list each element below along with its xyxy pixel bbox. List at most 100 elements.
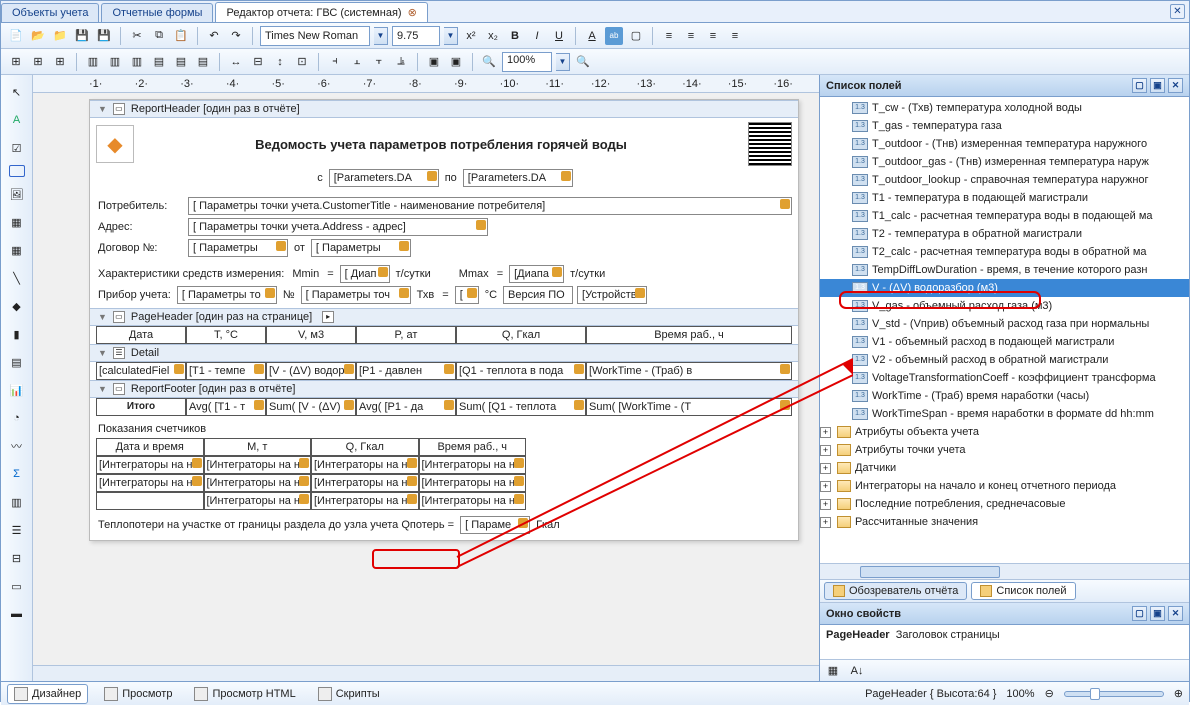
col2-q[interactable]: Q, Гкал bbox=[311, 438, 419, 456]
sparkline-icon[interactable]: 〰 bbox=[6, 435, 28, 457]
col-p[interactable]: P, ат bbox=[356, 326, 456, 344]
align-justify-icon[interactable]: ≡ bbox=[726, 27, 744, 45]
subscript-icon[interactable]: x₂ bbox=[484, 27, 502, 45]
image-icon[interactable]: 🖼 bbox=[6, 183, 28, 205]
col2-wt[interactable]: Время раб., ч bbox=[419, 438, 527, 456]
al6-icon[interactable]: ▤ bbox=[194, 53, 212, 71]
section-reportfooter[interactable]: ▼ ▭ ReportFooter [один раз в отчёте] bbox=[90, 380, 798, 398]
font-dd-icon[interactable]: ▼ bbox=[374, 27, 388, 45]
field-consumer[interactable]: [ Параметры точки учета.CustomerTitle - … bbox=[188, 197, 792, 215]
intg-cell[interactable]: [Интеграторы на на bbox=[311, 474, 419, 492]
zoom-slider[interactable] bbox=[1064, 691, 1164, 697]
subreport-icon[interactable]: ▥ bbox=[6, 491, 28, 513]
superscript-icon[interactable]: x² bbox=[462, 27, 480, 45]
sp2-icon[interactable]: ⫠ bbox=[348, 53, 366, 71]
col-v[interactable]: V, м3 bbox=[266, 326, 356, 344]
props-sort-icon[interactable]: A↓ bbox=[848, 662, 866, 680]
cell-avg-p[interactable]: Avg( [P1 - да bbox=[356, 398, 456, 416]
window-close-icon[interactable]: ✕ bbox=[1170, 4, 1185, 19]
expand-icon[interactable]: + bbox=[820, 481, 831, 492]
cell-q1[interactable]: [Q1 - теплота в пода bbox=[456, 362, 586, 380]
snap2-icon[interactable]: ⊞ bbox=[29, 53, 47, 71]
intg-cell[interactable]: [Интеграторы на на bbox=[419, 474, 527, 492]
col2-dt[interactable]: Дата и время bbox=[96, 438, 204, 456]
field-version[interactable]: Версия ПО bbox=[503, 286, 573, 304]
al4-icon[interactable]: ▤ bbox=[150, 53, 168, 71]
field-group[interactable]: +Атрибуты точки учета bbox=[820, 441, 1189, 459]
field-item[interactable]: 1.3T_outdoor_lookup - справочная темпера… bbox=[820, 171, 1189, 189]
col-date[interactable]: Дата bbox=[96, 326, 186, 344]
chevron-down-icon[interactable]: ▼ bbox=[98, 312, 107, 322]
gauge-icon[interactable]: ◔ bbox=[6, 407, 28, 429]
smart-tag-icon[interactable]: ▸ bbox=[322, 311, 334, 323]
panel-icon[interactable]: ▦ bbox=[6, 211, 28, 233]
field-device[interactable]: [ Параметры то bbox=[177, 286, 277, 304]
field-item[interactable]: 1.3V2 - объемный расход в обратной магис… bbox=[820, 351, 1189, 369]
intg-cell[interactable]: [Интеграторы на на bbox=[311, 456, 419, 474]
sp3-icon[interactable]: ⫟ bbox=[370, 53, 388, 71]
field-item[interactable]: 1.3TempDiffLowDuration - время, в течени… bbox=[820, 261, 1189, 279]
zoom-plus-icon[interactable]: ⊕ bbox=[1174, 687, 1183, 700]
canvas[interactable]: ▼ ▭ ReportHeader [один раз в отчёте] ◆ В… bbox=[33, 93, 819, 665]
field-item[interactable]: 1.3V_std - (Vприв) объемный расход газа … bbox=[820, 315, 1189, 333]
col-q[interactable]: Q, Гкал bbox=[456, 326, 586, 344]
lbl-counters[interactable]: Показания счетчиков bbox=[96, 420, 792, 438]
cell-t1[interactable]: [T1 - темпе bbox=[186, 362, 266, 380]
panel-max-icon[interactable]: ▣ bbox=[1150, 78, 1165, 93]
intg-cell[interactable]: [Интеграторы на на bbox=[311, 492, 419, 510]
logo-icon[interactable]: ◆ bbox=[96, 125, 134, 163]
toc-icon[interactable]: ☰ bbox=[6, 519, 28, 541]
field-device-num[interactable]: [ Параметры точ bbox=[301, 286, 411, 304]
tab-objects[interactable]: Объекты учета bbox=[1, 3, 99, 22]
undo-icon[interactable]: ↶ bbox=[205, 27, 223, 45]
tab-editor[interactable]: Редактор отчета: ГВС (системная)⊗ bbox=[215, 2, 427, 22]
cell-sum-wt[interactable]: Sum( [WorkTime - (Т bbox=[586, 398, 792, 416]
expand-icon[interactable]: + bbox=[820, 517, 831, 528]
checkbox-tool-icon[interactable]: ☑ bbox=[6, 137, 28, 159]
bold-icon[interactable]: B bbox=[506, 27, 524, 45]
size-dd-icon[interactable]: ▼ bbox=[444, 27, 458, 45]
cell-sum-q[interactable]: Sum( [Q1 - теплота bbox=[456, 398, 586, 416]
underline-icon[interactable]: U bbox=[550, 27, 568, 45]
al3-icon[interactable]: ▥ bbox=[128, 53, 146, 71]
field-group[interactable]: +Интеграторы на начало и конец отчетного… bbox=[820, 477, 1189, 495]
copy-icon[interactable]: ⧉ bbox=[150, 27, 168, 45]
close-icon[interactable]: ⊗ bbox=[408, 7, 417, 19]
counters-row3[interactable]: [Интеграторы на на [Интеграторы на на [И… bbox=[96, 492, 526, 510]
cell-calc[interactable]: [calculatedFiel bbox=[96, 362, 186, 380]
field-item[interactable]: 1.3T1_calc - расчетная температура воды … bbox=[820, 207, 1189, 225]
chevron-down-icon[interactable]: ▼ bbox=[98, 104, 107, 114]
sz3-icon[interactable]: ↕ bbox=[271, 53, 289, 71]
align-center-icon[interactable]: ≡ bbox=[682, 27, 700, 45]
mode-designer[interactable]: Дизайнер bbox=[7, 684, 88, 704]
col-wt[interactable]: Время раб., ч bbox=[586, 326, 792, 344]
field-item[interactable]: 1.3VoltageTransformationCoeff - коэффици… bbox=[820, 369, 1189, 387]
crossband2-icon[interactable]: ▬ bbox=[6, 603, 28, 625]
fontcolor-icon[interactable]: A bbox=[583, 27, 601, 45]
field-txv[interactable]: [ bbox=[455, 286, 479, 304]
cell-sum-v[interactable]: Sum( [V - (ΔV) bbox=[266, 398, 356, 416]
intg-cell[interactable]: [Интеграторы на на bbox=[96, 474, 204, 492]
zoomout-icon[interactable]: 🔍 bbox=[480, 53, 498, 71]
expand-icon[interactable]: + bbox=[820, 427, 831, 438]
paste-icon[interactable]: 📋 bbox=[172, 27, 190, 45]
field-item[interactable]: 1.3T2 - температура в обратной магистрал… bbox=[820, 225, 1189, 243]
redo-icon[interactable]: ↷ bbox=[227, 27, 245, 45]
totals-row[interactable]: Итого Avg( [T1 - т Sum( [V - (ΔV) Avg( [… bbox=[96, 398, 792, 416]
sp1-icon[interactable]: ⫞ bbox=[326, 53, 344, 71]
header-row[interactable]: Дата T, °C V, м3 P, ат Q, Гкал Время раб… bbox=[96, 326, 792, 344]
fields-panel-header[interactable]: Список полей ▢ ▣ ✕ bbox=[820, 75, 1189, 97]
props-cat-icon[interactable]: ▦ bbox=[824, 662, 842, 680]
saveall-icon[interactable]: 💾 bbox=[95, 27, 113, 45]
label-icon[interactable]: A bbox=[6, 109, 28, 131]
chevron-down-icon[interactable]: ▼ bbox=[98, 384, 107, 394]
tab-fieldlist[interactable]: Список полей bbox=[971, 582, 1075, 600]
field-date-to[interactable]: [Parameters.DA bbox=[463, 169, 573, 187]
intg-cell[interactable]: [Интеграторы на на bbox=[204, 474, 312, 492]
field-item[interactable]: 1.3V_gas - объемный расход газа (м3) bbox=[820, 297, 1189, 315]
field-heatloss[interactable]: [ Параме bbox=[460, 516, 530, 534]
cut-icon[interactable]: ✂ bbox=[128, 27, 146, 45]
tree-hscroll[interactable] bbox=[820, 563, 1189, 579]
pagebreak-icon[interactable]: ⊟ bbox=[6, 547, 28, 569]
intg-cell-empty[interactable] bbox=[96, 492, 204, 510]
